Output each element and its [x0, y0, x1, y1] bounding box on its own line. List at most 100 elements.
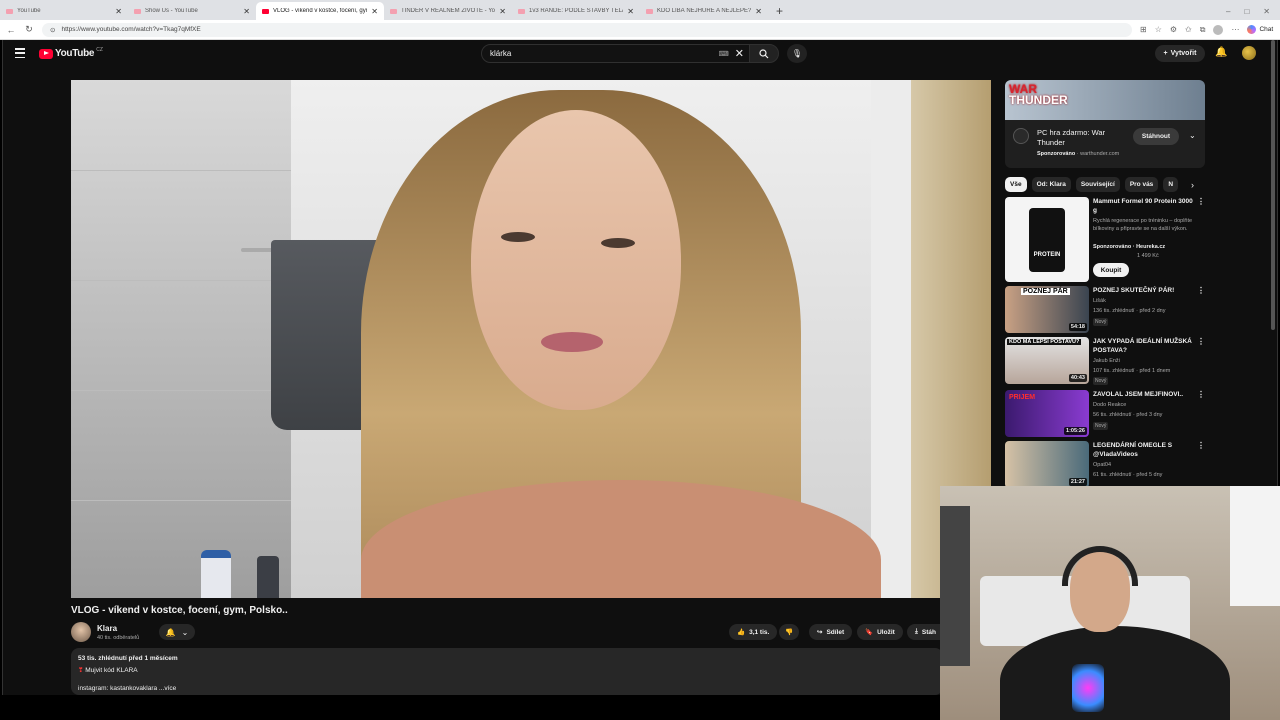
buy-button[interactable]: Koupit: [1093, 263, 1129, 277]
chip-from-channel[interactable]: Od: Klara: [1031, 176, 1071, 192]
rec-title[interactable]: ZAVOLAL JSEM MEJFINOVI..: [1093, 390, 1193, 399]
channel-name[interactable]: Klara: [97, 624, 117, 633]
thumbnail[interactable]: PRIJEM 1:05:26: [1005, 390, 1089, 437]
hamburger-menu-icon[interactable]: [15, 48, 25, 58]
back-arrow-icon[interactable]: ←: [6, 25, 16, 35]
close-tab-icon[interactable]: ✕: [755, 7, 762, 16]
list-item[interactable]: POZNEJ PÁR 54:18 POZNEJ SKUTEČNÝ PÁR! Li…: [1005, 286, 1205, 333]
bell-icon: 🔔: [165, 627, 176, 637]
collections-icon[interactable]: ⧉: [1200, 25, 1206, 35]
ad-meta: Sponzorováno · warthunder.com: [1037, 151, 1120, 157]
browser-tab[interactable]: 1v3 RANDE: PODLE STAVBY TĚLA ✕: [512, 2, 640, 20]
favorites-icon[interactable]: ✩: [1185, 25, 1192, 34]
rec-channel[interactable]: Dodo Reakce: [1093, 402, 1126, 408]
create-button[interactable]: + Vytvořit: [1155, 45, 1205, 62]
description-line: ❣ Mujvit kód KLARA: [78, 667, 138, 674]
protein-product-image: PROTEIN: [1029, 207, 1065, 272]
rec-channel[interactable]: Lišák: [1093, 298, 1106, 304]
list-item[interactable]: 21:27 LEGENDÁRNÍ OMEGLE S @VladaVideos O…: [1005, 441, 1205, 486]
app-icon[interactable]: ⊞: [1140, 25, 1147, 34]
close-tab-icon[interactable]: ✕: [243, 7, 250, 16]
more-menu-icon[interactable]: ⋯: [1231, 25, 1239, 34]
recommendation-filter-chips: Vše Od: Klara Související Pro vás N: [1005, 176, 1205, 192]
rec-channel[interactable]: Jakub Enži: [1093, 358, 1120, 364]
list-item[interactable]: PROTEIN Mammut Formel 90 Protein 3000 g …: [1005, 197, 1205, 282]
like-button[interactable]: 👍 3,1 tis.: [729, 624, 778, 640]
video-frame-doorframe: [871, 80, 911, 598]
keyboard-icon[interactable]: ⌨: [719, 50, 729, 58]
browser-tab[interactable]: YouTube ✕: [0, 2, 128, 20]
maximize-button[interactable]: □: [1244, 7, 1249, 16]
search-button[interactable]: [749, 44, 779, 63]
thumbnail[interactable]: POZNEJ PÁR 54:18: [1005, 286, 1089, 333]
minimize-button[interactable]: –: [1226, 7, 1230, 16]
video-frame-eye: [501, 232, 535, 242]
video-frame-bottle: [201, 550, 231, 598]
star-icon[interactable]: ☆: [1155, 25, 1162, 34]
notifications-bell-icon[interactable]: 🔔: [1215, 47, 1227, 58]
close-tab-icon[interactable]: ✕: [499, 7, 506, 16]
chip-for-you[interactable]: Pro vás: [1124, 176, 1159, 192]
dislike-button[interactable]: 👎: [779, 624, 800, 640]
download-button[interactable]: ⤓ Stáh: [907, 624, 941, 640]
clear-search-icon[interactable]: ✕: [735, 47, 744, 60]
sidebar-ad[interactable]: WAR THUNDER PC hra zdarmo: War Thunder Sp…: [1005, 80, 1205, 168]
rec-title[interactable]: JAK VYPADÁ IDEÁLNÍ MUŽSKÁ POSTAVA?: [1093, 337, 1193, 355]
ad-title[interactable]: PC hra zdarmo: War Thunder: [1037, 128, 1127, 148]
video-frame-wall: [71, 80, 291, 598]
page-scrollbar[interactable]: [1271, 40, 1275, 330]
description-more[interactable]: instagram: kastankovaklara ...více: [78, 685, 936, 692]
browser-tab-active[interactable]: VLOG - víkend v kostce, focení, gym ✕: [256, 2, 384, 20]
save-button[interactable]: 🔖 Uložit: [857, 624, 903, 640]
duration-badge: 40:43: [1068, 374, 1087, 382]
list-item[interactable]: PRIJEM 1:05:26 ZAVOLAL JSEM MEJFINOVI.. …: [1005, 390, 1205, 437]
list-item[interactable]: KDO MÁ LEPŠÍ POSTAVU? 40:43 JAK VYPADÁ I…: [1005, 337, 1205, 385]
video-description[interactable]: 53 tis. zhlédnutí před 1 měsícem ❣ Mujvi…: [71, 648, 943, 695]
profile-avatar[interactable]: [1213, 24, 1224, 35]
chevron-down-icon: ⌄: [181, 627, 189, 637]
reload-icon[interactable]: ↻: [24, 24, 34, 35]
rec-title[interactable]: LEGENDÁRNÍ OMEGLE S @VladaVideos: [1093, 441, 1193, 459]
thumbnail[interactable]: 21:27: [1005, 441, 1089, 486]
more-options-icon[interactable]: ⋮: [1197, 286, 1205, 295]
chevron-down-icon[interactable]: ⌄: [1189, 131, 1196, 140]
rec-sponsor: Sponzorováno · Heureka.cz: [1093, 244, 1166, 250]
more-options-icon[interactable]: ⋮: [1197, 337, 1205, 346]
more-options-icon[interactable]: ⋮: [1197, 390, 1205, 399]
browser-tab[interactable]: TINDER V REÁLNÉM ŽIVOTĚ - You ✕: [384, 2, 512, 20]
ad-banner-image[interactable]: WAR THUNDER: [1005, 80, 1205, 120]
thumbnail[interactable]: PROTEIN: [1005, 197, 1089, 282]
more-options-icon[interactable]: ⋮: [1197, 441, 1205, 450]
site-info-icon[interactable]: ⊙: [50, 26, 55, 34]
copilot-chat-button[interactable]: Chat: [1247, 25, 1273, 34]
rec-title[interactable]: POZNEJ SKUTEČNÝ PÁR!: [1093, 286, 1193, 295]
browser-tab[interactable]: KDO LIBÁ NEJHŮŘE A NEJLÉPE? ✕: [640, 2, 768, 20]
close-tab-icon[interactable]: ✕: [627, 7, 634, 16]
video-player[interactable]: [71, 80, 991, 598]
voice-search-button[interactable]: 🎙: [787, 44, 807, 63]
close-tab-icon[interactable]: ✕: [371, 7, 378, 16]
chip-more[interactable]: N: [1163, 176, 1179, 192]
ad-download-button[interactable]: Stáhnout: [1133, 128, 1179, 145]
chip-related[interactable]: Související: [1075, 176, 1120, 192]
webcam-window: [1230, 486, 1280, 606]
channel-avatar[interactable]: [71, 622, 91, 642]
search-input[interactable]: klárka ⌨ ✕: [481, 44, 751, 63]
rec-title[interactable]: Mammut Formel 90 Protein 3000 g: [1093, 197, 1193, 215]
more-options-icon[interactable]: ⋮: [1197, 197, 1205, 206]
share-button[interactable]: ↪ Sdílet: [809, 624, 853, 640]
subscribed-button[interactable]: 🔔 ⌄: [159, 624, 195, 640]
close-window-button[interactable]: ✕: [1263, 7, 1270, 16]
rec-channel[interactable]: Opat04: [1093, 462, 1111, 468]
chip-all[interactable]: Vše: [1005, 176, 1027, 192]
url-field[interactable]: ⊙ https://www.youtube.com/watch?v=Tkag7q…: [42, 22, 1132, 37]
extension-icon[interactable]: ⚙: [1170, 25, 1177, 34]
youtube-logo[interactable]: YouTube CZ: [39, 47, 103, 59]
new-tab-button[interactable]: +: [768, 2, 791, 20]
chevron-right-icon[interactable]: ›: [1191, 180, 1194, 190]
thumbnail[interactable]: KDO MÁ LEPŠÍ POSTAVU? 40:43: [1005, 337, 1089, 384]
close-tab-icon[interactable]: ✕: [115, 7, 122, 16]
advertiser-icon: [1013, 128, 1029, 144]
browser-tab[interactable]: Show Us - YouTube ✕: [128, 2, 256, 20]
account-avatar[interactable]: [1242, 46, 1256, 60]
